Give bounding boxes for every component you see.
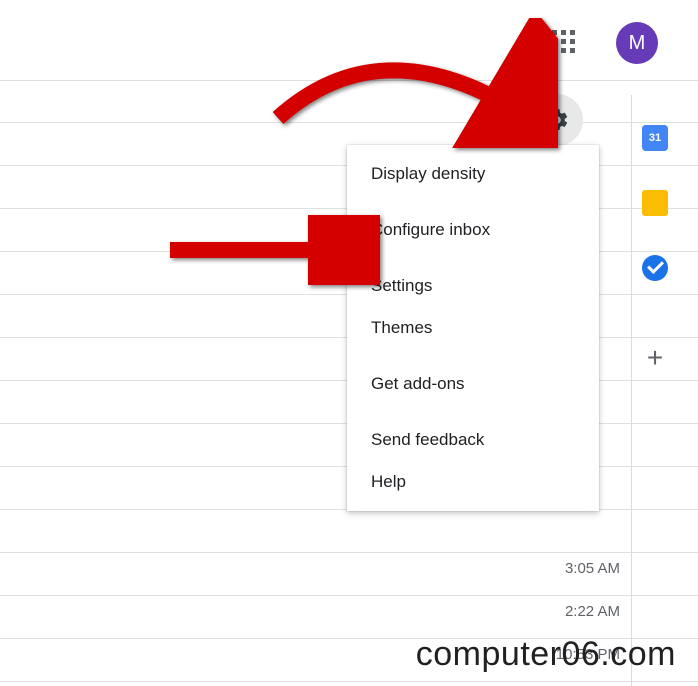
keep-icon[interactable] — [642, 190, 668, 216]
tasks-icon[interactable] — [642, 255, 668, 281]
menu-item-themes[interactable]: Themes — [347, 307, 599, 349]
mail-timestamp: 2:22 AM — [565, 603, 620, 620]
calendar-icon[interactable]: 31 — [642, 125, 668, 151]
menu-item-display-density[interactable]: Display density — [347, 153, 599, 195]
menu-item-help[interactable]: Help — [347, 461, 599, 503]
mail-timestamp: 3:05 AM — [565, 560, 620, 577]
settings-dropdown-menu: Display density Configure inbox Settings… — [347, 145, 599, 511]
menu-item-get-addons[interactable]: Get add-ons — [347, 363, 599, 405]
menu-item-configure-inbox[interactable]: Configure inbox — [347, 209, 599, 251]
watermark-text: computer06.com — [416, 635, 676, 674]
mail-row[interactable] — [0, 510, 698, 553]
annotation-arrow — [258, 18, 558, 148]
annotation-arrow — [160, 215, 380, 285]
account-avatar[interactable]: M — [616, 22, 658, 64]
menu-item-send-feedback[interactable]: Send feedback — [347, 419, 599, 461]
side-panel-divider — [631, 95, 632, 686]
add-addon-icon[interactable]: + — [642, 345, 668, 371]
menu-item-settings[interactable]: Settings — [347, 265, 599, 307]
avatar-initial: M — [629, 32, 646, 55]
calendar-day-label: 31 — [649, 132, 661, 144]
